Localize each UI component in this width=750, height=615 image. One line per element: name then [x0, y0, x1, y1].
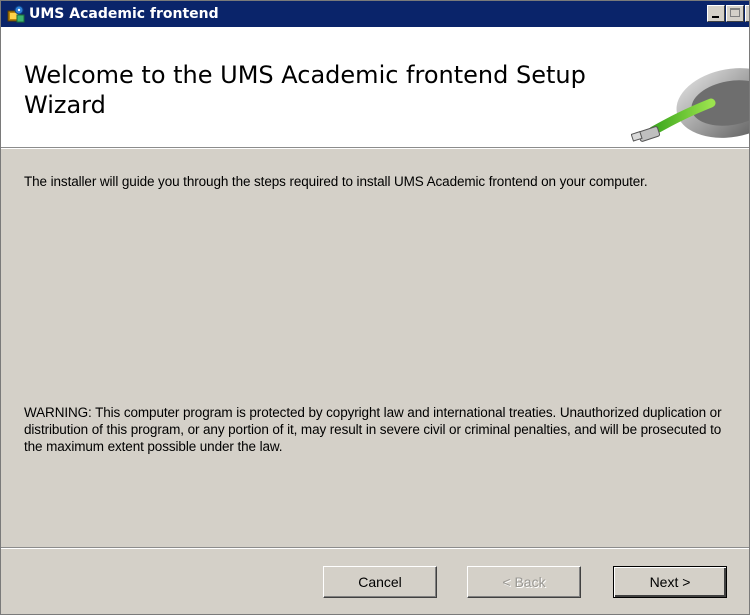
banner-heading: Welcome to the UMS Academic frontend Set…: [24, 61, 586, 119]
installer-icon: [7, 5, 25, 23]
copyright-warning: WARNING: This computer program is protec…: [24, 405, 722, 454]
window-title: UMS Academic frontend: [29, 6, 219, 22]
back-button[interactable]: < Back: [467, 566, 581, 598]
maximize-icon: [730, 8, 740, 17]
maximize-button[interactable]: [726, 5, 744, 22]
setup-wizard-window: UMS Academic frontend Welcome to the UMS…: [0, 0, 750, 615]
next-button[interactable]: Next >: [613, 566, 727, 598]
banner-separator: [1, 148, 749, 149]
wizard-banner: Welcome to the UMS Academic frontend Set…: [1, 27, 749, 148]
minimize-button[interactable]: [707, 5, 725, 22]
cd-usb-artwork: [631, 68, 749, 142]
title-bar[interactable]: UMS Academic frontend: [1, 1, 750, 27]
close-button[interactable]: [745, 5, 750, 22]
intro-text: The installer will guide you through the…: [24, 174, 648, 189]
close-icon: [746, 6, 750, 21]
footer-divider-highlight: [1, 548, 749, 549]
cancel-button[interactable]: Cancel: [323, 566, 437, 598]
minimize-icon: [712, 16, 719, 18]
